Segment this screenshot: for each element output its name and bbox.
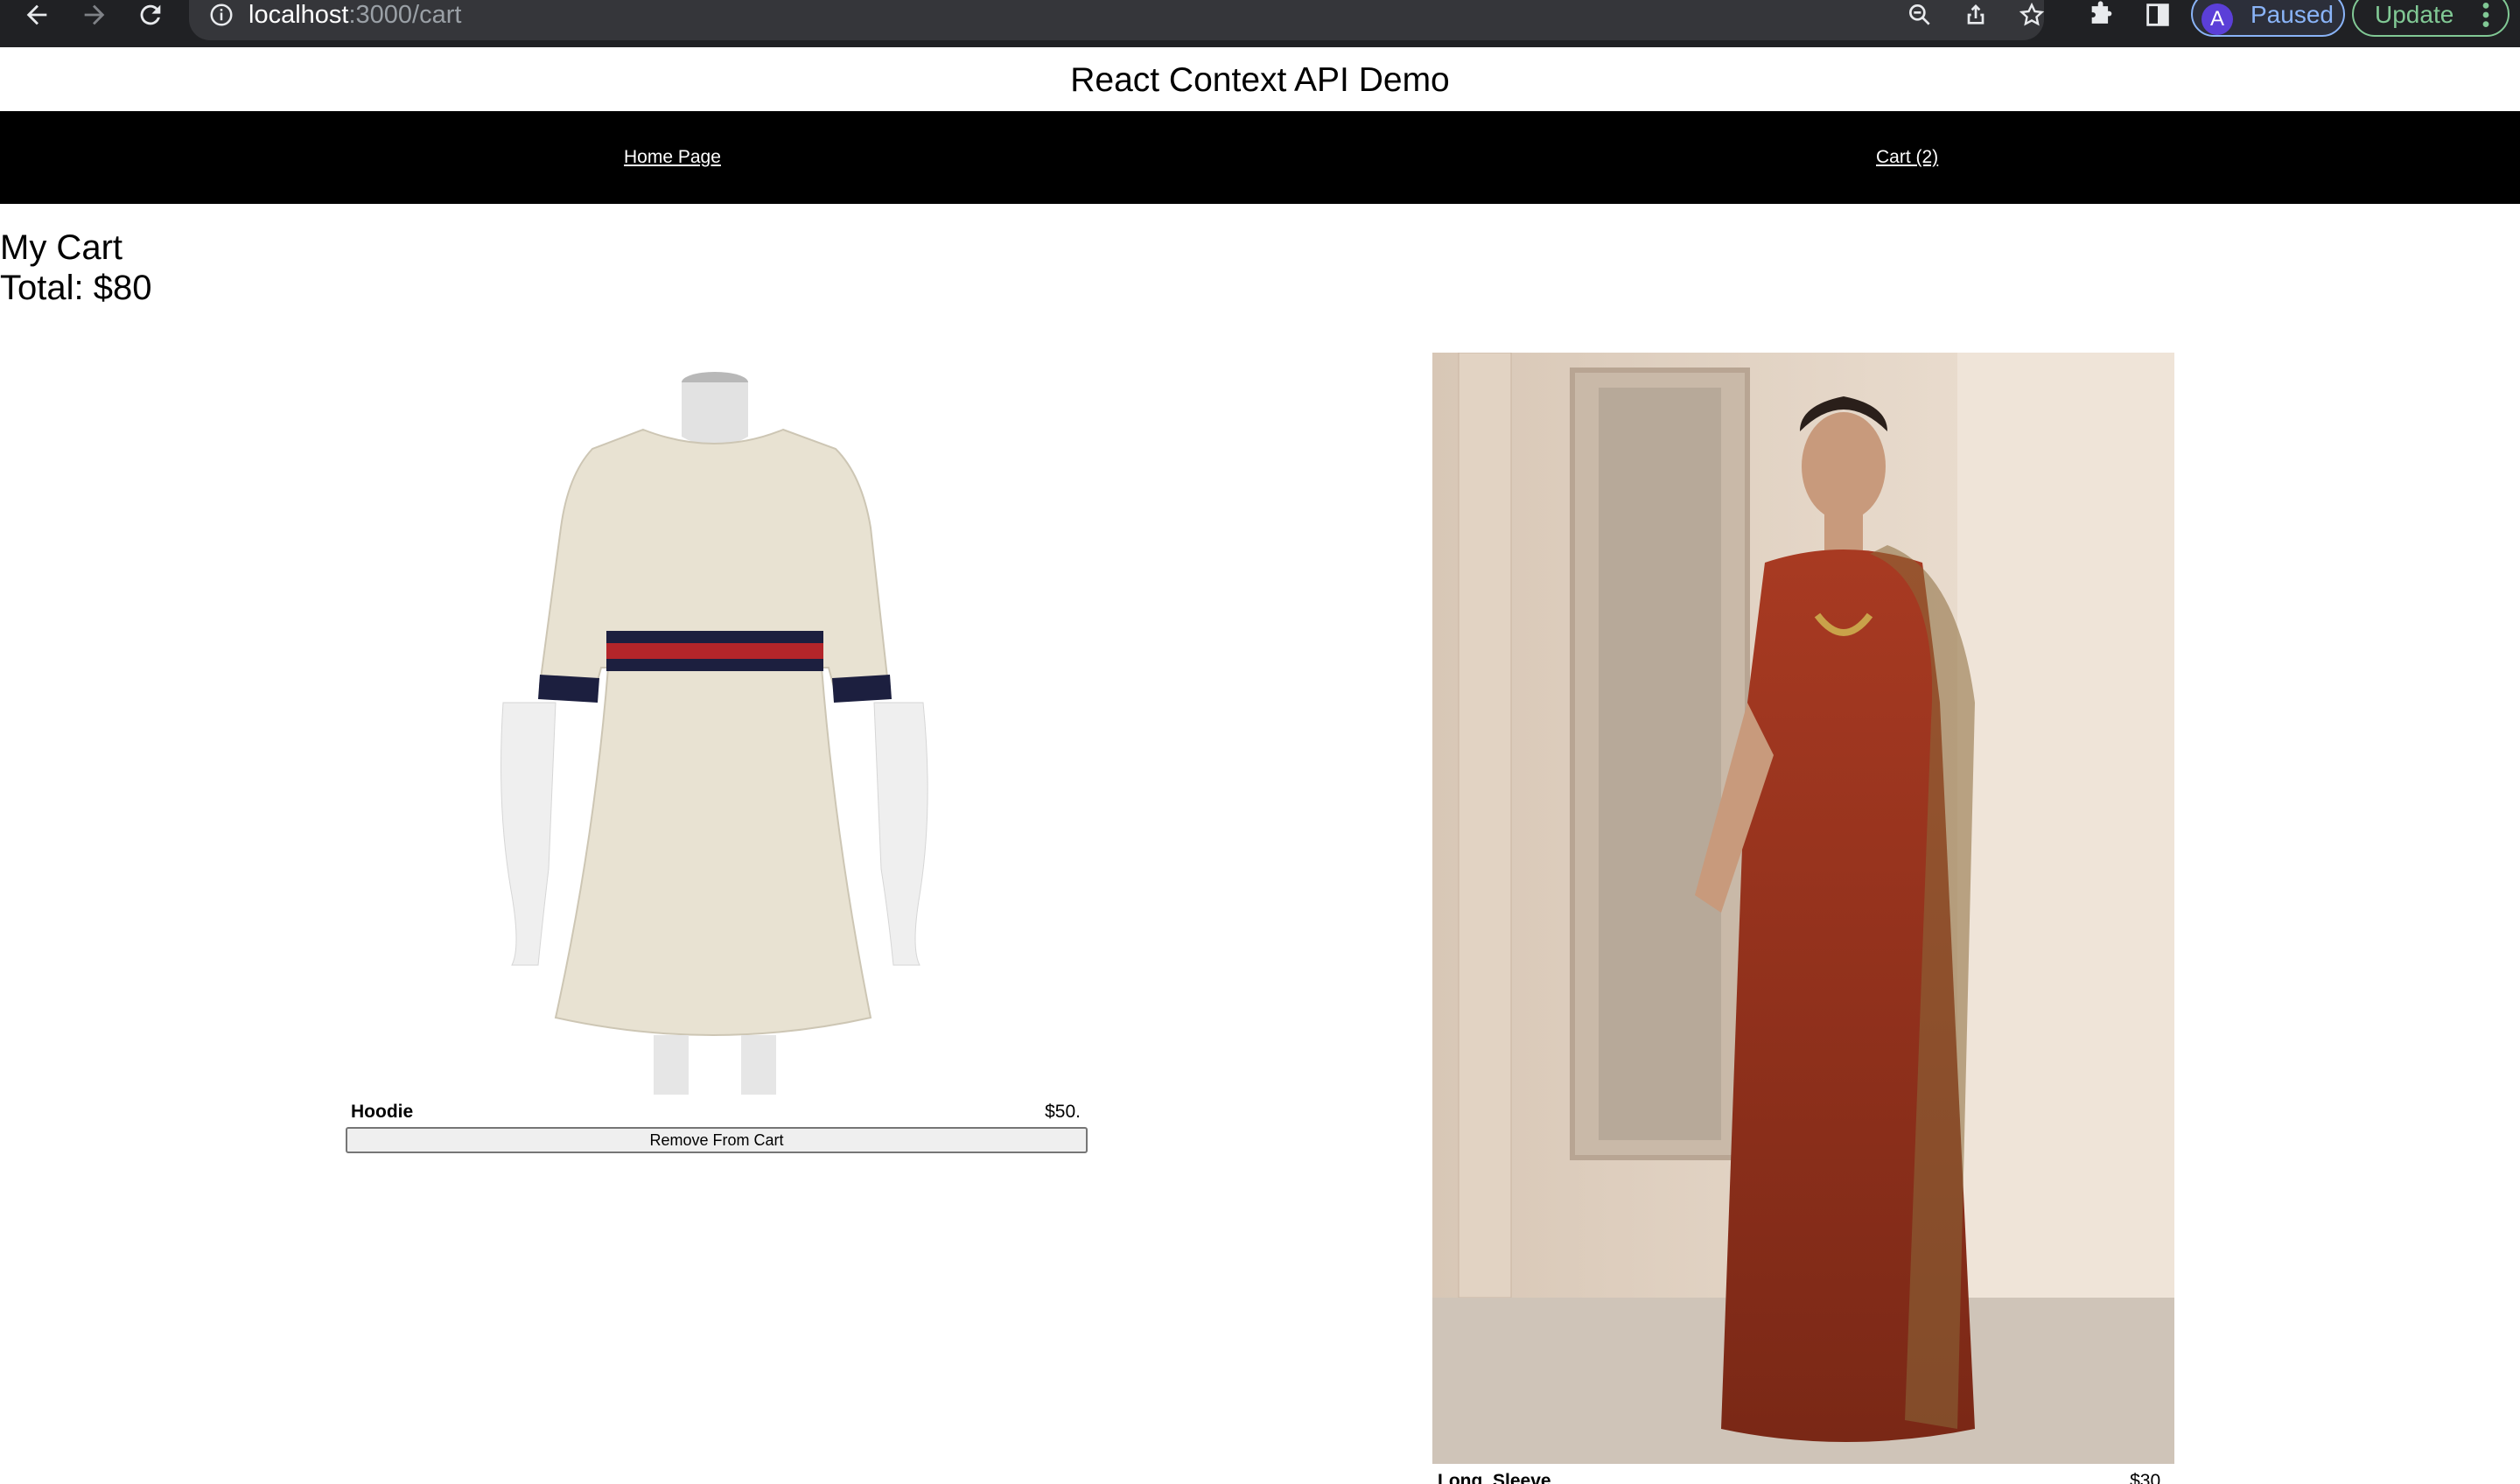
saree-model-photo [1432, 353, 2174, 1464]
page-title: My Cart [0, 228, 122, 267]
forward-arrow-icon [84, 4, 105, 25]
back-button[interactable] [12, 0, 61, 30]
side-panel-button[interactable] [2138, 0, 2177, 30]
product-image-dress [346, 353, 1088, 1095]
address-bar[interactable]: localhost:3000/cart [189, 0, 2045, 40]
app-title: React Context API Demo [1070, 61, 1450, 99]
update-label: Update [2375, 1, 2454, 28]
product-name: Long_Sleeve [1438, 1471, 1551, 1484]
url-text[interactable]: localhost:3000/cart [248, 0, 461, 30]
extensions-button[interactable] [2082, 0, 2121, 30]
product-price: $50. [1045, 1102, 1081, 1122]
browser-toolbar: localhost:3000/cart A Paused Update [0, 0, 2520, 47]
navbar: Home Page Cart (2) [0, 111, 2520, 204]
back-arrow-icon [26, 4, 47, 25]
cart-total: Total: $80 [0, 269, 152, 307]
cream-dress-photo [346, 353, 1088, 1095]
update-button[interactable]: Update [2352, 0, 2510, 37]
reload-icon [140, 4, 161, 25]
profile-status: Paused [2250, 1, 2334, 28]
url-host: localhost [248, 1, 349, 29]
product-price: $30. [2130, 1471, 2166, 1484]
info-icon[interactable] [208, 2, 234, 28]
product-name: Hoodie [351, 1102, 414, 1122]
forward-button[interactable] [70, 0, 119, 30]
zoom-icon [1909, 4, 1930, 25]
kebab-menu-icon[interactable] [2482, 0, 2490, 30]
url-path: :3000/cart [348, 1, 462, 29]
home-page-link[interactable]: Home Page [624, 146, 721, 169]
remove-from-cart-button[interactable]: Remove From Cart [346, 1127, 1088, 1153]
puzzle-icon [2091, 1, 2112, 24]
share-button[interactable] [1958, 0, 1993, 30]
profile-button[interactable]: A Paused [2191, 0, 2345, 37]
share-icon [1967, 4, 1984, 24]
reload-button[interactable] [126, 0, 175, 30]
product-image-saree [1432, 353, 2174, 1464]
zoom-button[interactable] [1902, 0, 1937, 30]
side-panel-icon [2146, 4, 2169, 26]
bookmark-button[interactable] [2014, 0, 2049, 30]
star-icon [2019, 2, 2045, 26]
cart-link[interactable]: Cart (2) [1876, 146, 1938, 169]
avatar: A [2202, 4, 2233, 35]
